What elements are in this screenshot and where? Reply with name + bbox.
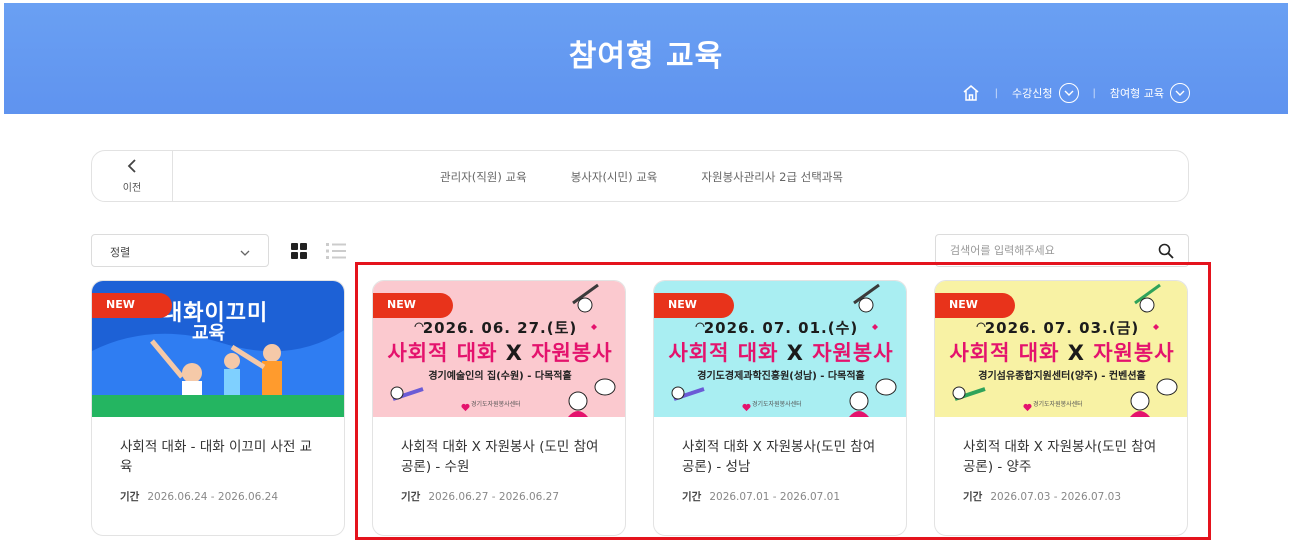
poster-venue: 경기예술인의 집(수원) - 다목적홀 bbox=[428, 371, 572, 382]
poster-venue: 경기섬유종합지원센터(양주) - 컨벤션홀 bbox=[978, 371, 1146, 382]
heart-icon bbox=[1023, 397, 1032, 412]
home-icon[interactable] bbox=[961, 83, 981, 103]
search-box bbox=[935, 234, 1189, 267]
new-badge: NEW bbox=[654, 293, 734, 318]
chevron-left-icon bbox=[127, 158, 137, 177]
course-period: 기간 2026.06.27 - 2026.06.27 bbox=[401, 491, 560, 503]
sub-navigation: 이전 관리자(직원) 교육 봉사자(시민) 교육 자원봉사관리사 2급 선택과목 bbox=[91, 150, 1189, 202]
new-badge: NEW bbox=[935, 293, 1015, 318]
poster-venue: 경기도경제과학진흥원(성남) - 다목적홀 bbox=[697, 371, 865, 382]
subnav-link-manager[interactable]: 자원봉사관리사 2급 선택과목 bbox=[701, 169, 843, 185]
back-button[interactable]: 이전 bbox=[92, 151, 173, 201]
subnav-link-volunteer[interactable]: 봉사자(시민) 교육 bbox=[571, 169, 658, 185]
poster-title: 사회적 대화 X 자원봉사 bbox=[949, 341, 1175, 365]
page-banner: 참여형 교육 | 수강신청 | 참여형 교육 bbox=[4, 3, 1288, 114]
course-thumbnail[interactable]: 2026. 06. 27.(토) 사회적 대화 X 자원봉사 경기예술인의 집(… bbox=[373, 281, 625, 417]
chevron-down-icon[interactable] bbox=[1170, 83, 1190, 103]
search-icon[interactable] bbox=[1158, 243, 1174, 263]
grid-view-icon[interactable] bbox=[290, 242, 308, 264]
heart-icon bbox=[461, 397, 470, 412]
poster-title: 사회적 대화 X 자원봉사 bbox=[387, 341, 613, 365]
new-badge: NEW bbox=[373, 293, 453, 318]
course-period: 기간 2026.06.24 - 2026.06.24 bbox=[120, 491, 279, 503]
chevron-down-icon bbox=[240, 246, 250, 259]
back-label: 이전 bbox=[122, 183, 142, 194]
sort-select[interactable]: 정렬 bbox=[91, 234, 269, 267]
course-card[interactable]: 2026. 07. 03.(금) 사회적 대화 X 자원봉사 경기섬유종합지원센… bbox=[934, 280, 1188, 536]
course-card[interactable]: 2026. 07. 01.(수) 사회적 대화 X 자원봉사 경기도경제과학진흥… bbox=[653, 280, 907, 536]
subnav-link-staff[interactable]: 관리자(직원) 교육 bbox=[440, 169, 527, 185]
poster-subtitle: 교육 bbox=[192, 323, 226, 344]
course-period: 기간 2026.07.03 - 2026.07.03 bbox=[963, 491, 1122, 503]
course-title[interactable]: 사회적 대화 X 자원봉사 (도민 참여 공론) - 수원 bbox=[401, 437, 601, 477]
poster-date: 2026. 07. 01.(수) bbox=[703, 319, 859, 337]
course-card[interactable]: 2026. 06. 27.(토) 사회적 대화 X 자원봉사 경기예술인의 집(… bbox=[372, 280, 626, 536]
breadcrumb: | 수강신청 | 참여형 교육 bbox=[961, 83, 1190, 103]
heart-icon bbox=[742, 397, 751, 412]
poster-date: 2026. 07. 03.(금) bbox=[984, 319, 1140, 337]
poster-organization: 경기도자원봉사센터 bbox=[1033, 401, 1083, 408]
breadcrumb-item-participatory[interactable]: 참여형 교육 bbox=[1110, 85, 1164, 101]
list-view-icon[interactable] bbox=[325, 242, 347, 264]
course-title[interactable]: 사회적 대화 X 자원봉사(도민 참여 공론) - 성남 bbox=[682, 437, 882, 477]
course-thumbnail[interactable]: 2026. 07. 03.(금) 사회적 대화 X 자원봉사 경기섬유종합지원센… bbox=[935, 281, 1187, 417]
course-thumbnail[interactable]: 2026. 07. 01.(수) 사회적 대화 X 자원봉사 경기도경제과학진흥… bbox=[654, 281, 906, 417]
course-thumbnail[interactable]: 대화이끄미 교육 NEW bbox=[92, 281, 344, 417]
search-input[interactable] bbox=[936, 235, 1136, 266]
poster-date: 2026. 06. 27.(토) bbox=[422, 319, 578, 337]
page-title: 참여형 교육 bbox=[568, 39, 724, 74]
course-card[interactable]: 대화이끄미 교육 NEW 사회적 대화 - 대화 이끄미 사전 교육 기간 202… bbox=[91, 280, 345, 536]
poster-organization: 경기도자원봉사센터 bbox=[752, 401, 802, 408]
course-title[interactable]: 사회적 대화 X 자원봉사(도민 참여 공론) - 양주 bbox=[963, 437, 1163, 477]
breadcrumb-item-course-apply[interactable]: 수강신청 bbox=[1012, 85, 1052, 101]
course-title[interactable]: 사회적 대화 - 대화 이끄미 사전 교육 bbox=[120, 437, 320, 477]
chevron-down-icon[interactable] bbox=[1058, 83, 1079, 103]
course-period: 기간 2026.07.01 - 2026.07.01 bbox=[682, 491, 841, 503]
sort-label: 정렬 bbox=[110, 246, 131, 259]
new-badge: NEW bbox=[92, 293, 172, 318]
poster-organization: 경기도자원봉사센터 bbox=[471, 401, 521, 408]
poster-title: 사회적 대화 X 자원봉사 bbox=[668, 341, 894, 365]
